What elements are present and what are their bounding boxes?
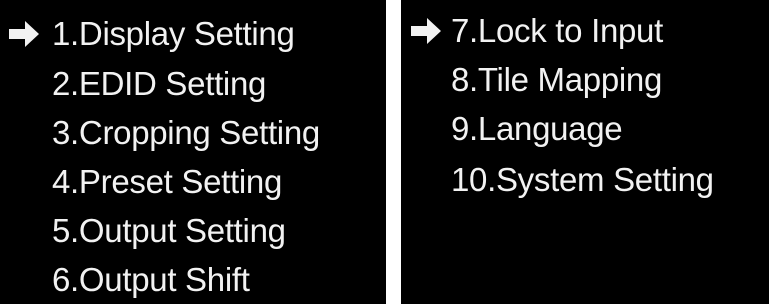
menu-item-label: 5.Output Setting — [52, 212, 286, 249]
menu-item-label: 9.Language — [451, 110, 623, 147]
menu-item-cropping-setting[interactable]: 3.Cropping Setting — [52, 108, 320, 158]
menu-item-language[interactable]: 9.Language — [451, 104, 623, 154]
menu-item-output-shift[interactable]: 6.Output Shift — [52, 255, 250, 304]
menu-item-output-setting[interactable]: 5.Output Setting — [52, 206, 286, 256]
menu-item-label: 1.Display Setting — [52, 15, 295, 52]
menu-item-label: 2.EDID Setting — [52, 65, 267, 102]
menu-item-label: 6.Output Shift — [52, 261, 250, 298]
menu-item-preset-setting[interactable]: 4.Preset Setting — [52, 157, 282, 207]
menu-item-system-setting[interactable]: 10.System Setting — [451, 155, 714, 205]
menu-item-lock-to-input[interactable]: 7.Lock to Input — [451, 6, 663, 56]
menu-item-label: 10.System Setting — [451, 161, 714, 198]
menu-item-label: 3.Cropping Setting — [52, 114, 320, 151]
right-arrow-icon — [411, 18, 447, 44]
menu-panel-right: 7.Lock to Input 8.Tile Mapping 9.Languag… — [401, 0, 769, 304]
menu-item-display-setting[interactable]: 1.Display Setting — [52, 9, 295, 59]
menu-item-edid-setting[interactable]: 2.EDID Setting — [52, 59, 266, 109]
menu-item-label: 4.Preset Setting — [52, 163, 283, 200]
menu-item-tile-mapping[interactable]: 8.Tile Mapping — [451, 55, 662, 105]
menu-item-label: 8.Tile Mapping — [451, 61, 663, 98]
menu-item-label: 7.Lock to Input — [451, 12, 663, 49]
right-arrow-icon — [9, 21, 45, 47]
menu-panel-left: 1.Display Setting 2.EDID Setting 3.Cropp… — [0, 0, 386, 304]
